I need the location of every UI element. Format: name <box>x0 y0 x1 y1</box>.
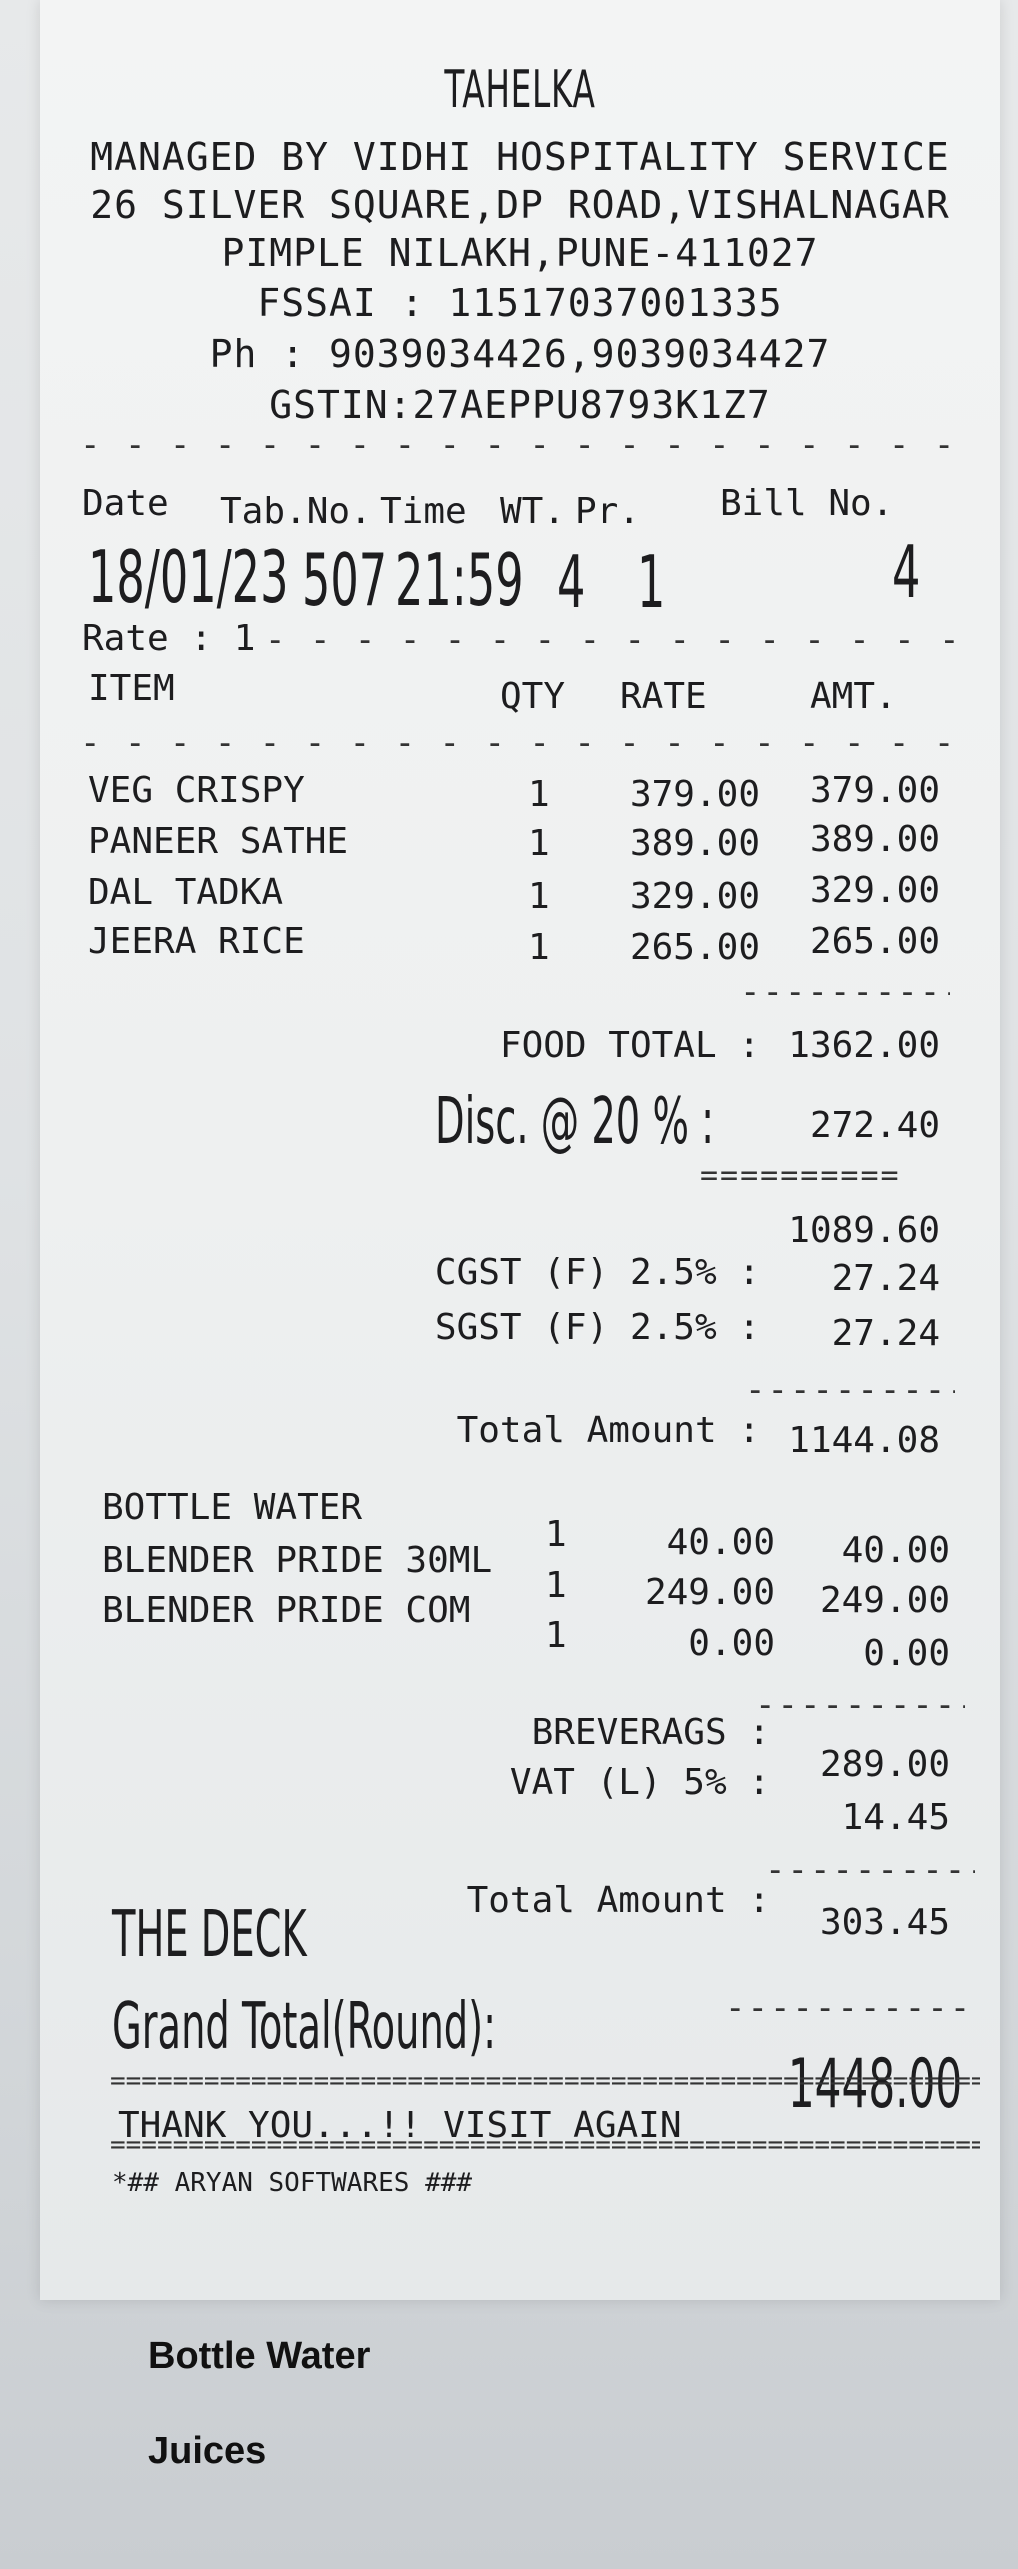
bev-total-value: 303.45 <box>819 1902 950 1943</box>
item-name: DAL TADKA <box>88 872 284 913</box>
item-name: BLENDER PRIDE 30ML <box>102 1540 493 1581</box>
food-grand-label: Total Amount : <box>456 1410 760 1451</box>
discount-value: 272.40 <box>809 1105 940 1146</box>
header-line-2: 26 SILVER SQUARE,DP ROAD,VISHALNAGAR <box>90 183 950 227</box>
double-divider: ========== <box>700 1158 901 1193</box>
item-qty: 1 <box>545 1565 567 1606</box>
subtotal-value: 1089.60 <box>788 1210 940 1251</box>
divider: ---------- <box>745 1370 955 1410</box>
divider: - - - - - - - - - - - - - - - - - - - - … <box>265 620 965 660</box>
phone-line: Ph : 9039034426,9039034427 <box>209 332 831 376</box>
item-qty: 1 <box>545 1615 567 1656</box>
beverages-label: BREVERAGS : <box>531 1712 770 1753</box>
item-name: VEG CRISPY <box>88 770 305 811</box>
item-rate: 265.00 <box>629 927 760 968</box>
pr-value: 1 <box>637 540 666 624</box>
grand-total-label: Grand Total(Round): <box>112 1990 497 2064</box>
fssai-line: FSSAI : 11517037001335 <box>257 281 783 325</box>
discount-label: Disc. @ 20 % : <box>435 1085 715 1159</box>
divider: ----------- <box>725 1988 965 2028</box>
item-rate: 389.00 <box>629 823 760 864</box>
time-value: 21:59 <box>395 538 524 622</box>
section-name: THE DECK <box>112 1898 307 1972</box>
sgst-label: SGST (F) 2.5% : <box>434 1307 760 1348</box>
item-amt: 249.00 <box>819 1580 950 1621</box>
item-amt: 40.00 <box>841 1530 950 1571</box>
divider: - - - - - - - - - - - - - - - - - - - - … <box>80 425 960 465</box>
divider: ---------- <box>765 1850 975 1890</box>
food-grand-value: 1144.08 <box>788 1420 940 1461</box>
item-name: BOTTLE WATER <box>102 1487 363 1528</box>
item-rate: 249.00 <box>644 1572 775 1613</box>
col-rate: RATE <box>620 676 707 717</box>
divider: - - - - - - - - - - - - - - - - - - - - … <box>80 723 970 763</box>
sgst-value: 27.24 <box>831 1313 940 1354</box>
date-value: 18/01/23 <box>88 535 289 619</box>
cgst-label: CGST (F) 2.5% : <box>434 1252 760 1293</box>
divider: ---------- <box>755 1685 965 1725</box>
software-credit: *## ARYAN SOFTWARES ### <box>112 2168 473 2198</box>
food-total-label: FOOD TOTAL : <box>499 1025 760 1066</box>
item-rate: 379.00 <box>629 774 760 815</box>
item-qty: 1 <box>528 823 550 864</box>
item-name: PANEER SATHE <box>88 821 349 862</box>
beverages-value: 289.00 <box>819 1744 950 1785</box>
rate-line: Rate : 1 <box>82 618 256 659</box>
table-label: Tab.No. <box>220 491 372 532</box>
date-label: Date <box>82 483 169 524</box>
item-amt: 265.00 <box>809 921 940 962</box>
bill-value: 4 <box>892 530 921 614</box>
col-item: ITEM <box>88 668 175 709</box>
wt-label: WT. <box>500 491 566 532</box>
bill-label: Bill No. <box>720 483 894 524</box>
item-rate: 329.00 <box>629 876 760 917</box>
item-qty: 1 <box>545 1514 567 1555</box>
header-line-1: MANAGED BY VIDHI HOSPITALITY SERVICE <box>90 135 950 179</box>
item-amt: 389.00 <box>809 819 940 860</box>
thank-you-line: THANK YOU...!! VISIT AGAIN <box>118 2105 682 2146</box>
table-value: 507 <box>302 538 388 622</box>
item-rate: 40.00 <box>666 1522 775 1563</box>
food-total-value: 1362.00 <box>788 1025 940 1066</box>
item-amt: 0.00 <box>863 1633 950 1674</box>
item-amt: 329.00 <box>809 870 940 911</box>
wt-value: 4 <box>557 540 586 624</box>
col-qty: QTY <box>500 676 566 717</box>
vat-label: VAT (L) 5% : <box>509 1762 770 1803</box>
menu-heading-juices: Juices <box>148 2430 267 2472</box>
time-label: Time <box>380 491 467 532</box>
restaurant-name: TAHELKA <box>444 60 596 120</box>
item-name: BLENDER PRIDE COM <box>102 1590 471 1631</box>
item-amt: 379.00 <box>809 770 940 811</box>
col-amt: AMT. <box>810 676 897 717</box>
header-line-3: PIMPLE NILAKH,PUNE-411027 <box>221 231 819 275</box>
divider: ---------- <box>740 972 950 1012</box>
pr-label: Pr. <box>575 491 641 532</box>
item-qty: 1 <box>528 927 550 968</box>
double-divider: ========================================… <box>110 2066 980 2096</box>
item-qty: 1 <box>528 876 550 917</box>
item-rate: 0.00 <box>688 1623 775 1664</box>
cgst-value: 27.24 <box>831 1258 940 1299</box>
gstin-line: GSTIN:27AEPPU8793K1Z7 <box>269 383 771 427</box>
bev-total-label: Total Amount : <box>466 1880 770 1921</box>
menu-heading-bottle-water: Bottle Water <box>148 2335 371 2377</box>
item-name: JEERA RICE <box>88 921 305 962</box>
item-qty: 1 <box>528 774 550 815</box>
receipt-paper: TAHELKA MANAGED BY VIDHI HOSPITALITY SER… <box>40 0 1000 2300</box>
vat-value: 14.45 <box>841 1797 950 1838</box>
